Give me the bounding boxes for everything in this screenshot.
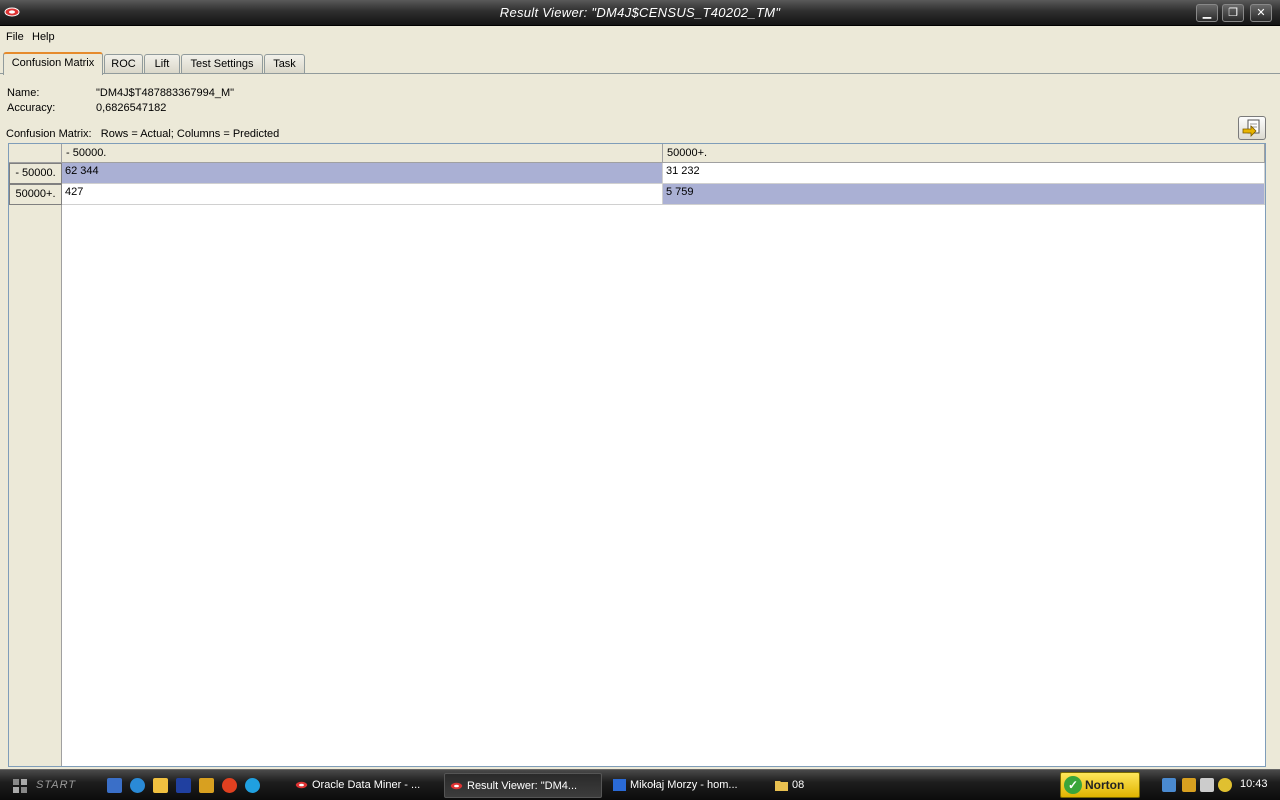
tab-test-settings[interactable]: Test Settings: [181, 54, 263, 74]
name-label: Name:: [7, 87, 40, 99]
menu-file[interactable]: File: [6, 31, 24, 43]
quicklaunch-clock-icon[interactable]: [153, 778, 168, 793]
accuracy-label: Accuracy:: [7, 102, 56, 114]
ie-task-icon: [613, 779, 626, 791]
taskbar-folder-08[interactable]: 08: [770, 773, 830, 798]
matrix-caption: Confusion Matrix: Rows = Actual; Columns…: [6, 128, 280, 140]
column-header-under-50000[interactable]: - 50000.: [62, 144, 663, 163]
quicklaunch-save-icon[interactable]: [176, 778, 191, 793]
title-bar: Result Viewer: "DM4J$CENSUS_T40202_TM" ▁…: [0, 0, 1280, 26]
tab-divider: [0, 73, 1280, 74]
matrix-cell-actual-under-predicted-over[interactable]: 31 232: [663, 163, 1265, 184]
corner-header: [9, 144, 62, 163]
norton-check-icon: ✓: [1064, 776, 1082, 794]
start-button[interactable]: START: [0, 772, 94, 799]
row-header-under-50000: - 50000.: [9, 163, 62, 184]
matrix-cell-actual-under-predicted-under[interactable]: 62 344: [62, 163, 663, 184]
tab-strip: Confusion Matrix ROC Lift Test Settings …: [0, 50, 1280, 75]
quicklaunch-winamp-icon[interactable]: [199, 778, 214, 793]
column-header-over-50000[interactable]: 50000+.: [663, 144, 1265, 163]
restore-button[interactable]: ❐: [1222, 4, 1244, 22]
task-label: Mikołaj Morzy - hom...: [630, 779, 738, 791]
export-icon: [1242, 119, 1260, 137]
task-label: Result Viewer: "DM4...: [467, 780, 578, 792]
taskbar-oracle-data-miner[interactable]: Oracle Data Miner - ...: [290, 773, 440, 798]
tray-network-icon[interactable]: [1162, 778, 1176, 792]
minimize-button[interactable]: ▁: [1196, 4, 1218, 22]
matrix-cell-actual-over-predicted-over[interactable]: 5 759: [663, 184, 1265, 205]
tray-globe-icon[interactable]: [1218, 778, 1232, 792]
task-label: Oracle Data Miner - ...: [312, 779, 421, 791]
tab-task[interactable]: Task: [264, 54, 305, 74]
tab-roc[interactable]: ROC: [104, 54, 143, 74]
row-header-over-50000: 50000+.: [9, 184, 62, 205]
tray-winamp-icon[interactable]: [1182, 778, 1196, 792]
menu-bar: File Help: [0, 27, 1280, 49]
export-button[interactable]: [1238, 116, 1266, 140]
quicklaunch-messenger-icon[interactable]: [222, 778, 237, 793]
taskbar: START Oracle Data Miner - ... Result Vie…: [0, 769, 1280, 800]
oracle-task-icon: [295, 781, 308, 789]
oracle-task-icon: [450, 782, 463, 790]
tray-app-icon[interactable]: [1200, 778, 1214, 792]
tab-confusion-matrix[interactable]: Confusion Matrix: [3, 52, 103, 75]
start-label: START: [36, 779, 77, 791]
task-label: 08: [792, 779, 805, 791]
quicklaunch-skype-icon[interactable]: [245, 778, 260, 793]
confusion-matrix-table: - 50000. 50000+. - 50000. 62 344 31 232 …: [8, 143, 1266, 767]
matrix-cell-actual-over-predicted-under[interactable]: 427: [62, 184, 663, 205]
accuracy-value: 0,6826547182: [96, 102, 167, 114]
close-button[interactable]: ✕: [1250, 4, 1272, 22]
taskbar-result-viewer[interactable]: Result Viewer: "DM4...: [444, 773, 602, 798]
windows-logo-icon: [13, 779, 27, 793]
window-title: Result Viewer: "DM4J$CENSUS_T40202_TM": [499, 5, 781, 20]
quicklaunch-outlook-icon[interactable]: [107, 778, 122, 793]
folder-icon: [775, 781, 788, 791]
name-value: "DM4J$T487883367994_M": [96, 87, 235, 99]
tab-lift[interactable]: Lift: [144, 54, 180, 74]
taskbar-clock: 10:43: [1240, 778, 1268, 790]
quicklaunch-ie-icon[interactable]: [130, 778, 145, 793]
norton-label: Norton: [1085, 778, 1125, 792]
taskbar-browser-window[interactable]: Mikołaj Morzy - hom...: [608, 773, 758, 798]
menu-help[interactable]: Help: [32, 31, 55, 43]
row-header-column: [9, 144, 62, 766]
norton-status-button[interactable]: ✓ Norton: [1060, 772, 1140, 798]
